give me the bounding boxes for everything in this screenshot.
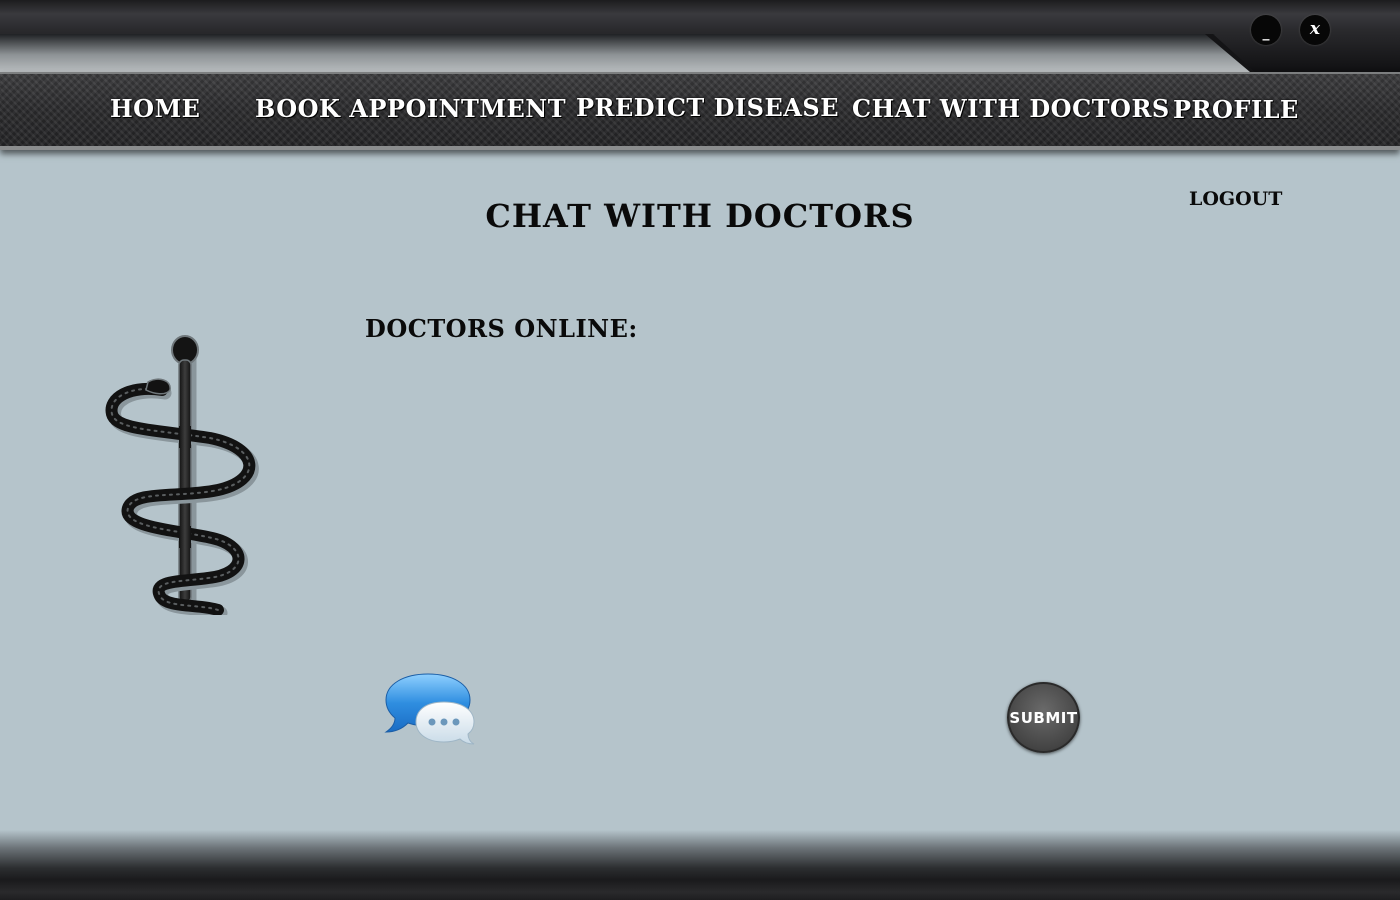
rod xyxy=(178,359,192,603)
minimize-button[interactable]: _ xyxy=(1251,15,1281,45)
close-button[interactable]: x xyxy=(1300,15,1330,45)
serpent-head xyxy=(145,378,171,395)
footer-bar xyxy=(0,830,1400,900)
nav-predict-disease[interactable]: PREDICT DISEASE xyxy=(576,93,839,122)
logout-link[interactable]: LOGOUT xyxy=(1189,188,1282,210)
chat-dot xyxy=(440,718,448,726)
title-bar-tab-mask xyxy=(1195,34,1250,72)
nav-chat-with-doctors[interactable]: CHAT WITH DOCTORS xyxy=(852,94,1170,123)
nav-bar: HOME BOOK APPOINTMENT PREDICT DISEASE CH… xyxy=(0,72,1400,150)
rod-overlap-2 xyxy=(179,526,191,548)
doctors-online-list xyxy=(365,355,1005,645)
doctors-online-label: DOCTORS ONLINE: xyxy=(365,314,638,343)
chat-bubbles-icon[interactable] xyxy=(384,672,476,746)
nav-home[interactable]: HOME xyxy=(110,94,200,123)
chat-dot xyxy=(428,718,436,726)
rod-overlap-1 xyxy=(179,426,191,448)
title-bar-ledge xyxy=(0,34,1215,72)
nav-book-appointment[interactable]: BOOK APPOINTMENT xyxy=(255,94,566,123)
nav-profile[interactable]: PROFILE xyxy=(1173,95,1299,124)
title-bar: _ x xyxy=(0,0,1400,72)
caduceus-icon xyxy=(105,335,259,615)
submit-button[interactable]: SUBMIT xyxy=(1007,682,1080,753)
chat-dot xyxy=(452,718,460,726)
